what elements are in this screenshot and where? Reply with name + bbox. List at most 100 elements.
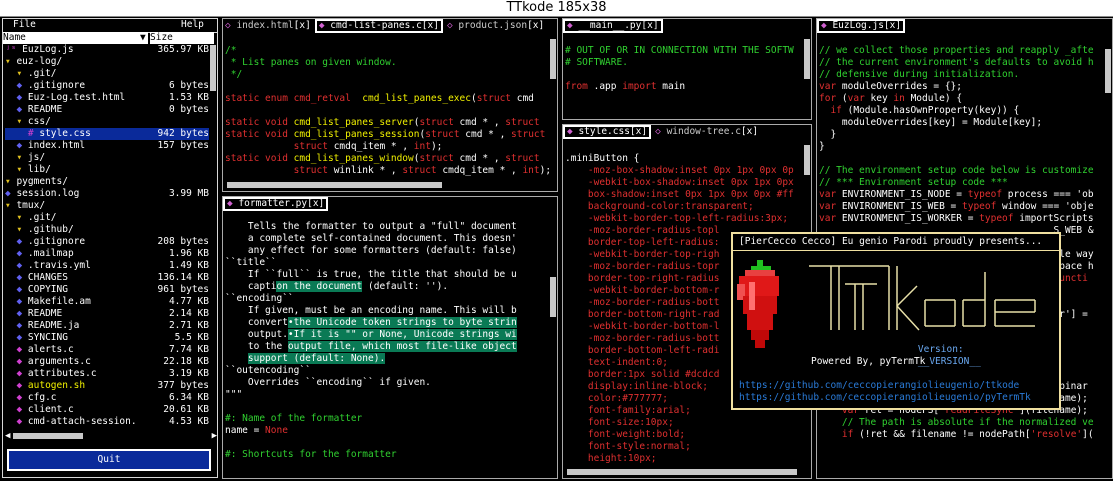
- close-tab-icon[interactable]: [x]: [527, 20, 544, 31]
- tab-window-tree-c[interactable]: ◇ window-tree.c[x]: [653, 125, 760, 138]
- file-list[interactable]: ʲˢ EuzLog.js 365.97 KB ▾ euz-log/ ▾ .git/ …: [3, 44, 217, 434]
- file-name: index.html: [27, 140, 86, 151]
- close-tab-icon[interactable]: [x]: [741, 126, 758, 137]
- file-tree-item[interactable]: # style.css 942 bytes: [5, 128, 209, 140]
- code-token: -moz-box-shadow:inset 0px 1px 0px 0p: [565, 165, 794, 176]
- file-tree-item[interactable]: ◆ README 0 bytes: [5, 104, 209, 116]
- file-diamond-icon: ◆: [821, 20, 833, 31]
- file-tree-item[interactable]: ▾ .git/: [5, 212, 209, 224]
- close-tab-icon[interactable]: [x]: [630, 126, 647, 137]
- file-tree-item[interactable]: ▾ .github/: [5, 224, 209, 236]
- file-tree-item[interactable]: ◆ Euz-Log.test.html 1.53 KB: [5, 92, 209, 104]
- file-tree-hscrollbar[interactable]: ◀ ▶: [5, 430, 217, 442]
- file-tree-item[interactable]: ◆ autogen.sh 377 bytes: [5, 380, 209, 392]
- file-tree-item[interactable]: ▾ lib/: [5, 164, 209, 176]
- file-tree-item[interactable]: ◆ COPYING 961 bytes: [5, 284, 209, 296]
- file-tree-item[interactable]: ◆ arguments.c 22.18 KB: [5, 356, 209, 368]
- code-line: font-weight:bold;: [565, 429, 803, 441]
- about-splash-dialog[interactable]: [PierCecco Cecco] Eu genio Parodi proudl…: [731, 232, 1061, 410]
- close-tab-icon[interactable]: [x]: [422, 20, 439, 31]
- code-token: font-size:10px;: [565, 417, 674, 428]
- tab-style-css[interactable]: ◆ style.css[x]: [563, 125, 652, 139]
- code-token: var: [819, 201, 842, 212]
- tab-index-html[interactable]: ◇ index.html[x]: [223, 19, 313, 32]
- file-tree-item[interactable]: ◆ .gitignore 208 bytes: [5, 236, 209, 248]
- file-tree-item[interactable]: ◆ cmd-attach-session. 4.53 KB: [5, 416, 209, 428]
- ttkode-link[interactable]: https://github.com/ceccopierangiolieugen…: [739, 380, 1019, 392]
- horizontal-scrollbar[interactable]: [227, 182, 549, 188]
- sort-down-icon[interactable]: ▼: [140, 32, 146, 44]
- code-token: output file, which most file-like object: [287, 341, 517, 352]
- vertical-scrollbar[interactable]: [804, 39, 810, 99]
- file-tree-item[interactable]: ▾ pygments/: [5, 176, 209, 188]
- code-view[interactable]: Tells the formatter to output a "full" d…: [225, 221, 549, 470]
- column-name-header[interactable]: Name: [3, 32, 148, 44]
- file-icon: ◆: [16, 416, 28, 427]
- file-tree-item[interactable]: ◆ Makefile.am 4.77 KB: [5, 296, 209, 308]
- file-tree-item[interactable]: ◆ SYNCING 5.5 KB: [5, 332, 209, 344]
- file-name: euz-log/: [16, 56, 63, 67]
- pytermtk-link[interactable]: https://github.com/ceccopierangiolieugen…: [739, 392, 1031, 404]
- file-tree-item[interactable]: ʲˢ EuzLog.js 365.97 KB: [5, 44, 209, 56]
- scroll-right-icon[interactable]: ▶: [212, 430, 217, 442]
- tab--main-py[interactable]: ◆ __main__.py[x]: [563, 19, 663, 33]
- help-menu[interactable]: Help: [181, 19, 204, 31]
- code-view[interactable]: # OUT OF OR IN CONNECTION WITH THE SOFTW…: [565, 45, 803, 109]
- code-line: """: [225, 389, 549, 401]
- code-line: // The path is absolute if the normalize…: [819, 417, 1104, 429]
- close-tab-icon[interactable]: [x]: [641, 20, 658, 31]
- window-title: TTkode 185x38: [0, 0, 1113, 17]
- file-tree-item[interactable]: ▾ tmux/: [5, 200, 209, 212]
- tab-label: EuzLog.js: [832, 20, 884, 31]
- code-token: struct: [505, 117, 540, 128]
- tab-euzlog-js[interactable]: ◆ EuzLog.js[x]: [817, 19, 906, 33]
- code-token: support (default: None).: [247, 353, 386, 364]
- file-tree-item[interactable]: ◆ cfg.c 6.34 KB: [5, 392, 209, 404]
- file-tree-item[interactable]: ◆ client.c 20.61 KB: [5, 404, 209, 416]
- tab-formatter-py[interactable]: ◆ formatter.py[x]: [223, 197, 329, 211]
- code-token: */: [225, 69, 243, 80]
- file-name: SYNCING: [27, 332, 68, 343]
- close-tab-icon[interactable]: [x]: [294, 20, 311, 31]
- horizontal-scrollbar[interactable]: [567, 469, 803, 475]
- vertical-scrollbar[interactable]: [550, 39, 556, 171]
- file-icon: ◆: [16, 140, 28, 151]
- file-tree-item[interactable]: ◆ index.html 157 bytes: [5, 140, 209, 152]
- column-size-header[interactable]: Size: [150, 32, 214, 44]
- file-tree-vscrollbar[interactable]: [210, 45, 216, 429]
- tab-cmd-list-panes-c[interactable]: ◆ cmd-list-panes.c[x]: [314, 19, 443, 33]
- vertical-scrollbar[interactable]: [1105, 49, 1111, 458]
- file-tree-item[interactable]: ▾ css/: [5, 116, 209, 128]
- file-tree-item[interactable]: ◆ README 2.14 KB: [5, 308, 209, 320]
- file-tree-item[interactable]: ▾ euz-log/: [5, 56, 209, 68]
- code-line: static void cmd_list_panes_session(struc…: [225, 129, 549, 141]
- tab-product-json[interactable]: ◇ product.json[x]: [445, 19, 546, 32]
- close-tab-icon[interactable]: [x]: [307, 198, 324, 209]
- file-tree-item[interactable]: ◆ .travis.yml 1.49 KB: [5, 260, 209, 272]
- file-tree-item[interactable]: ◆ alerts.c 7.74 KB: [5, 344, 209, 356]
- file-size: 6 bytes: [168, 80, 209, 91]
- code-token: importScripts: [1019, 213, 1094, 224]
- code-token: cmd_list_panes_session: [293, 129, 420, 140]
- code-token: ](: [1082, 429, 1094, 440]
- code-token: struct: [402, 165, 443, 176]
- file-tree-item[interactable]: ◆ README.ja 2.71 KB: [5, 320, 209, 332]
- close-tab-icon[interactable]: [x]: [884, 20, 901, 31]
- file-size: 2.14 KB: [168, 308, 209, 319]
- file-tree-item[interactable]: ◆ .gitignore 6 bytes: [5, 80, 209, 92]
- tab-label: formatter.py: [238, 198, 308, 209]
- code-token: box-shadow:inset 0px 1px 0px 0px #ff: [565, 189, 794, 200]
- code-view[interactable]: /* * List panes on given window. */ stati…: [225, 45, 549, 177]
- file-tree-item[interactable]: ◆ session.log 3.99 MB: [5, 188, 209, 200]
- file-tree-item[interactable]: ▾ .git/: [5, 68, 209, 80]
- file-menu[interactable]: File: [13, 19, 36, 31]
- file-tree-item[interactable]: ◆ CHANGES 136.14 KB: [5, 272, 209, 284]
- quit-button[interactable]: Quit: [7, 449, 211, 471]
- code-line: support (default: None).: [225, 353, 549, 365]
- vertical-scrollbar[interactable]: [550, 217, 556, 458]
- file-tree-item[interactable]: ◆ attributes.c 3.19 KB: [5, 368, 209, 380]
- file-tree-item[interactable]: ▾ js/: [5, 152, 209, 164]
- scroll-left-icon[interactable]: ◀: [5, 430, 10, 442]
- file-tree-item[interactable]: ◆ .mailmap 1.96 KB: [5, 248, 209, 260]
- code-token: ``encoding``: [225, 293, 294, 304]
